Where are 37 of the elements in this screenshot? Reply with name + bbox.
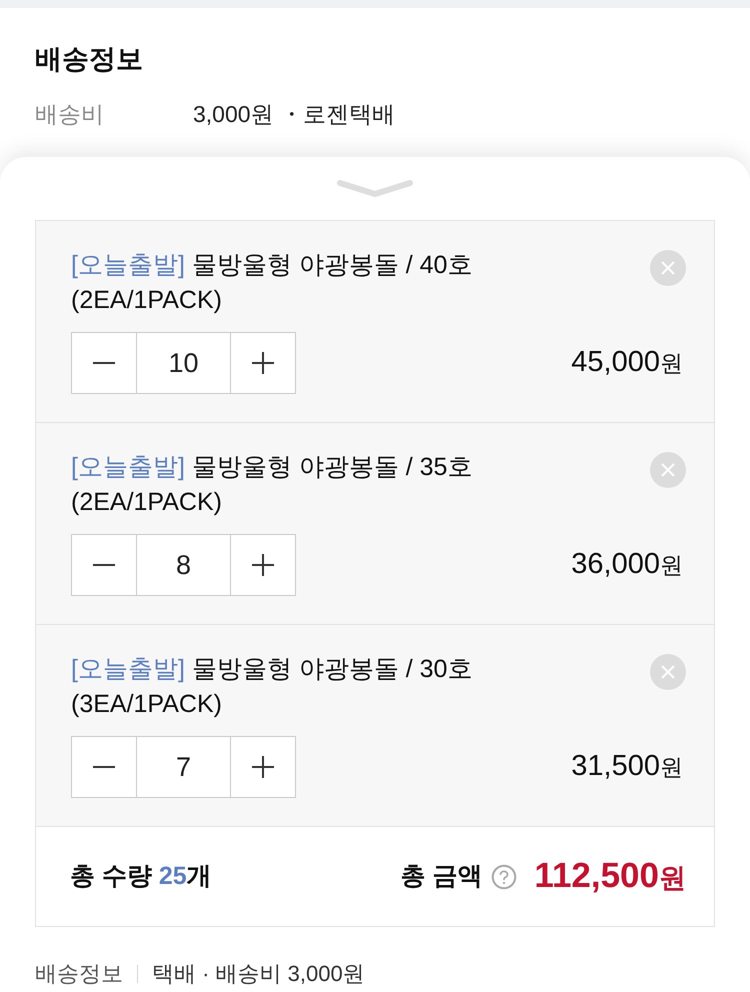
footer-label: 배송정보	[35, 960, 123, 988]
field-value: 3,000원 ・로젠택배	[193, 100, 395, 129]
decrease-button[interactable]	[71, 534, 137, 596]
decrease-button[interactable]	[71, 332, 137, 394]
minus-icon	[93, 362, 115, 364]
item-price: 36,000원	[571, 547, 683, 582]
footer-value: 택배 · 배송비 3,000원	[152, 960, 365, 988]
total-amount-label: 총 금액	[400, 860, 482, 892]
increase-button[interactable]	[230, 534, 296, 596]
minus-icon	[93, 564, 115, 566]
help-icon[interactable]	[490, 862, 518, 890]
field-label: 배송비	[35, 100, 105, 129]
increase-button[interactable]	[230, 332, 296, 394]
product-title: [오늘출발] 물방울형 야광봉돌 / 35호 (2EA/1PACK)	[71, 452, 472, 518]
plus-icon	[252, 756, 274, 778]
increase-button[interactable]	[230, 736, 296, 798]
remove-button[interactable]	[650, 654, 686, 690]
product-title: [오늘출발] 물방울형 야광봉돌 / 40호 (2EA/1PACK)	[71, 250, 472, 316]
close-icon	[661, 463, 675, 477]
total-amount: 112,500원	[534, 855, 686, 898]
chevron-down-icon[interactable]	[336, 179, 414, 199]
decrease-button[interactable]	[71, 736, 137, 798]
total-quantity: 총 수량 25개	[70, 860, 212, 892]
plus-icon	[252, 554, 274, 576]
close-icon	[661, 665, 675, 679]
remove-button[interactable]	[650, 452, 686, 488]
item-price: 31,500원	[571, 749, 683, 784]
minus-icon	[93, 766, 115, 768]
item-price: 45,000원	[571, 345, 683, 380]
product-title: [오늘출발] 물방울형 야광봉돌 / 30호 (3EA/1PACK)	[71, 654, 472, 720]
quantity-field[interactable]: 8	[137, 534, 230, 596]
quantity-field[interactable]: 7	[137, 736, 230, 798]
quantity-field[interactable]: 10	[137, 332, 230, 394]
remove-button[interactable]	[650, 250, 686, 286]
section-title: 배송정보	[35, 43, 144, 76]
plus-icon	[252, 352, 274, 374]
close-icon	[661, 261, 675, 275]
